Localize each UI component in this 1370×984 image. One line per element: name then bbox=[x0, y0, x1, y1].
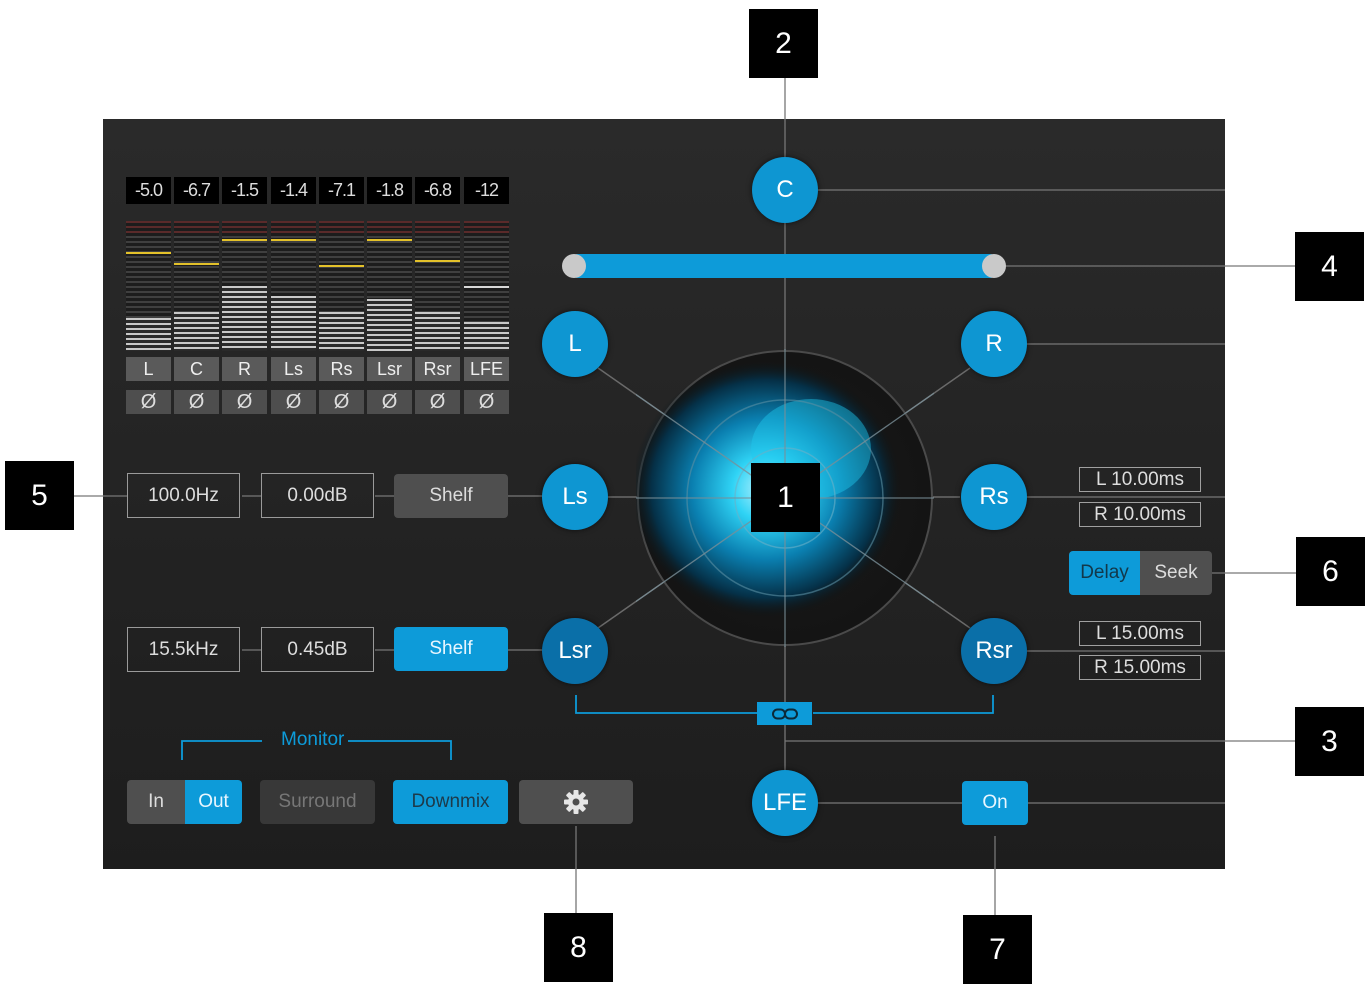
downmix-button[interactable]: Downmix bbox=[393, 780, 508, 824]
meter-fill bbox=[222, 286, 267, 351]
channel-label-l: L bbox=[126, 357, 171, 381]
low-shelf-freq-field[interactable]: 100.0Hz bbox=[127, 473, 240, 518]
channel-label-rsr: Rsr bbox=[415, 357, 460, 381]
level-meter-l bbox=[126, 221, 171, 351]
width-slider-track[interactable] bbox=[574, 254, 994, 278]
callout-8: 8 bbox=[544, 913, 613, 982]
seek-mode-button[interactable]: Seek bbox=[1140, 551, 1212, 595]
phase-invert-button-rsr[interactable]: Ø bbox=[415, 390, 460, 414]
meter-fill bbox=[367, 299, 412, 351]
level-meter-rsr bbox=[415, 221, 460, 351]
meter-fill bbox=[464, 322, 509, 351]
speaker-lsr[interactable]: Lsr bbox=[542, 618, 608, 684]
level-meter-r bbox=[222, 221, 267, 351]
level-meter-lsr bbox=[367, 221, 412, 351]
channel-label-ls: Ls bbox=[271, 357, 316, 381]
meter-clip-zone bbox=[222, 221, 267, 233]
level-meter-ls bbox=[271, 221, 316, 351]
level-meter-c bbox=[174, 221, 219, 351]
meter-fill bbox=[126, 318, 171, 351]
speaker-lfe[interactable]: LFE bbox=[752, 770, 818, 836]
speaker-rsr[interactable]: Rsr bbox=[961, 618, 1027, 684]
speaker-rs[interactable]: Rs bbox=[961, 464, 1027, 530]
level-readout-r: -1.5 bbox=[222, 177, 267, 204]
meter-peak-marker bbox=[464, 286, 509, 288]
meter-clip-zone bbox=[367, 221, 412, 233]
settings-button[interactable] bbox=[519, 780, 633, 824]
high-shelf-gain-field[interactable]: 0.45dB bbox=[261, 627, 374, 672]
rsr-delay-left-field[interactable]: L 15.00ms bbox=[1079, 621, 1201, 646]
width-slider-left-handle[interactable] bbox=[562, 254, 586, 278]
callout-2: 2 bbox=[749, 9, 818, 78]
level-readout-lsr: -1.8 bbox=[367, 177, 412, 204]
meter-clip-zone bbox=[126, 221, 171, 233]
speaker-r[interactable]: R bbox=[961, 311, 1027, 377]
channel-label-lsr: Lsr bbox=[367, 357, 412, 381]
meter-clip-zone bbox=[271, 221, 316, 233]
meter-peak-marker bbox=[319, 265, 364, 267]
level-readout-ls: -1.4 bbox=[271, 177, 316, 204]
phase-invert-button-lsr[interactable]: Ø bbox=[367, 390, 412, 414]
speaker-c[interactable]: C bbox=[752, 157, 818, 223]
meter-clip-zone bbox=[174, 221, 219, 233]
level-readout-rsr: -6.8 bbox=[415, 177, 460, 204]
channel-label-lfe: LFE bbox=[464, 357, 509, 381]
phase-invert-button-ls[interactable]: Ø bbox=[271, 390, 316, 414]
phase-invert-button-l[interactable]: Ø bbox=[126, 390, 171, 414]
channel-label-c: C bbox=[174, 357, 219, 381]
phase-invert-button-lfe[interactable]: Ø bbox=[464, 390, 509, 414]
meter-clip-zone bbox=[415, 221, 460, 233]
meter-peak-marker bbox=[174, 263, 219, 265]
monitor-label: Monitor bbox=[281, 729, 345, 750]
width-slider-right-handle[interactable] bbox=[982, 254, 1006, 278]
channel-label-r: R bbox=[222, 357, 267, 381]
rs-delay-right-field[interactable]: R 10.00ms bbox=[1079, 502, 1201, 527]
surround-button[interactable]: Surround bbox=[260, 780, 375, 824]
meter-fill bbox=[271, 296, 316, 351]
lfe-on-button[interactable]: On bbox=[962, 781, 1028, 825]
level-meter-rs bbox=[319, 221, 364, 351]
link-icon bbox=[771, 708, 798, 719]
callout-4: 4 bbox=[1295, 232, 1364, 301]
link-button[interactable] bbox=[757, 702, 812, 725]
meter-fill bbox=[174, 312, 219, 351]
high-shelf-freq-field[interactable]: 15.5kHz bbox=[127, 627, 240, 672]
channel-label-rs: Rs bbox=[319, 357, 364, 381]
meter-fill bbox=[319, 312, 364, 351]
monitor-out-button[interactable]: Out bbox=[185, 780, 242, 824]
gear-icon bbox=[564, 790, 588, 814]
meter-peak-marker bbox=[126, 252, 171, 254]
callout-7: 7 bbox=[963, 915, 1032, 984]
meter-peak-marker bbox=[222, 239, 267, 241]
level-readout-l: -5.0 bbox=[126, 177, 171, 204]
rsr-delay-right-field[interactable]: R 15.00ms bbox=[1079, 655, 1201, 680]
speaker-l[interactable]: L bbox=[542, 311, 608, 377]
meter-clip-zone bbox=[319, 221, 364, 233]
level-meter-lfe bbox=[464, 221, 509, 351]
level-readout-rs: -7.1 bbox=[319, 177, 364, 204]
phase-invert-button-r[interactable]: Ø bbox=[222, 390, 267, 414]
low-shelf-gain-field[interactable]: 0.00dB bbox=[261, 473, 374, 518]
meter-peak-marker bbox=[367, 239, 412, 241]
phase-invert-button-c[interactable]: Ø bbox=[174, 390, 219, 414]
delay-mode-button[interactable]: Delay bbox=[1069, 551, 1140, 595]
callout-6: 6 bbox=[1296, 537, 1365, 606]
meter-peak-marker bbox=[415, 260, 460, 262]
callout-1: 1 bbox=[751, 463, 820, 532]
phase-invert-button-rs[interactable]: Ø bbox=[319, 390, 364, 414]
rs-delay-left-field[interactable]: L 10.00ms bbox=[1079, 467, 1201, 492]
meter-fill bbox=[415, 312, 460, 351]
low-shelf-button[interactable]: Shelf bbox=[394, 474, 508, 518]
callout-5: 5 bbox=[5, 461, 74, 530]
meter-peak-marker bbox=[271, 239, 316, 241]
speaker-ls[interactable]: Ls bbox=[542, 464, 608, 530]
callout-3: 3 bbox=[1295, 707, 1364, 776]
level-readout-lfe: -12 bbox=[464, 177, 509, 204]
high-shelf-button[interactable]: Shelf bbox=[394, 627, 508, 671]
monitor-in-button[interactable]: In bbox=[127, 780, 185, 824]
level-readout-c: -6.7 bbox=[174, 177, 219, 204]
meter-clip-zone bbox=[464, 221, 509, 233]
